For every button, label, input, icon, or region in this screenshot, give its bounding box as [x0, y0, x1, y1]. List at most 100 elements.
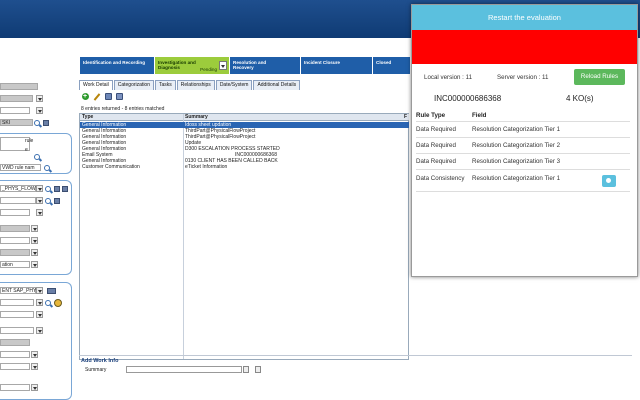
step-closure[interactable]: Incident Closure	[301, 57, 372, 74]
chevron-down-icon[interactable]	[36, 107, 43, 114]
ko-count: 4 KO(s)	[566, 94, 594, 103]
add-icon[interactable]	[82, 93, 89, 100]
info-button[interactable]	[602, 175, 616, 187]
chevron-down-icon[interactable]	[36, 299, 43, 306]
details-icon[interactable]	[54, 186, 60, 192]
res-field-4[interactable]	[0, 327, 34, 334]
vwd-rule-label: VWD rule nam	[2, 165, 35, 171]
step-status: Pending	[200, 67, 217, 72]
cat-field-2[interactable]	[0, 197, 36, 204]
process-bar: Identification and Recording Investigati…	[80, 57, 410, 74]
expand-icon[interactable]	[255, 366, 261, 373]
chevron-down-icon[interactable]	[31, 261, 38, 268]
chevron-down-icon[interactable]	[36, 95, 43, 102]
vwd-rule-field[interactable]: VWD rule nam	[0, 164, 41, 171]
details-icon[interactable]	[43, 120, 49, 126]
chevron-down-icon[interactable]	[36, 327, 43, 334]
left-field-3[interactable]	[0, 107, 30, 114]
chevron-down-icon[interactable]	[36, 185, 43, 192]
chevron-down-icon[interactable]	[31, 351, 38, 358]
column-header-type[interactable]: Type	[82, 114, 93, 121]
left-field-2[interactable]	[0, 95, 33, 102]
add-work-info-title: Add Work Info	[81, 358, 119, 364]
table-divider	[416, 121, 630, 122]
sap-phy-field[interactable]: ENT SAP_PHY	[0, 287, 36, 294]
details-icon[interactable]	[62, 186, 68, 192]
cat-field-5[interactable]	[0, 237, 30, 244]
table-row[interactable]: Customer Communication eTicket Informatio…	[80, 164, 409, 170]
incident-number: INC000000686368	[434, 94, 502, 103]
chevron-down-icon[interactable]	[36, 287, 43, 294]
search-icon[interactable]	[34, 120, 40, 126]
details-icon[interactable]	[54, 198, 60, 204]
res-field-6[interactable]	[0, 351, 30, 358]
res-field-3[interactable]	[0, 311, 34, 318]
step-label: Closed	[376, 60, 392, 65]
tab-additional-details[interactable]: Additional Details	[253, 80, 301, 90]
chevron-down-icon[interactable]	[243, 366, 249, 373]
res-field-5[interactable]	[0, 339, 30, 346]
step-label: Incident Closure	[304, 60, 340, 65]
chevron-down-icon[interactable]	[36, 311, 43, 318]
rule-type-cell: Data Required	[416, 158, 456, 165]
restart-evaluation-button[interactable]: Restart the evaluation	[412, 5, 637, 30]
left-panel: SKI rule e VWD rule nam _PHYS_FLOW ation…	[0, 50, 72, 400]
rule-label: rule	[25, 138, 34, 144]
reload-rules-button[interactable]: Reload Rules	[574, 69, 625, 85]
tab-categorization[interactable]: Categorization	[113, 80, 154, 90]
tab-relationships[interactable]: Relationships	[176, 80, 215, 90]
left-field-4[interactable]: SKI	[0, 119, 33, 126]
clock-icon[interactable]	[54, 299, 62, 307]
search-icon[interactable]	[44, 165, 50, 171]
res-field-2[interactable]	[0, 299, 34, 306]
rule-type-header: Rule Type	[416, 112, 446, 119]
step-resolution[interactable]: Resolution and Recovery	[230, 57, 300, 74]
rule-field-cell: Resolution Categorization Tier 3	[472, 158, 561, 165]
export-icon[interactable]	[116, 93, 123, 100]
tab-tasks[interactable]: Tasks	[155, 80, 176, 90]
cat-field-6[interactable]	[0, 249, 30, 256]
field-header: Field	[472, 112, 487, 119]
chevron-down-icon[interactable]	[219, 61, 227, 70]
res-field-8[interactable]	[0, 384, 30, 391]
type-cell: Customer Communication	[82, 164, 140, 170]
ation-label: ation	[2, 262, 13, 268]
step-closed[interactable]: Closed	[373, 57, 410, 74]
tab-work-detail[interactable]: Work Detail	[79, 80, 113, 90]
chevron-down-icon[interactable]	[31, 237, 38, 244]
search-icon[interactable]	[45, 186, 51, 192]
rule-type-cell: Data Required	[416, 142, 456, 149]
table-divider	[416, 169, 630, 170]
step-identification[interactable]: Identification and Recording	[80, 57, 154, 74]
column-header-f[interactable]: F	[404, 114, 407, 121]
divider	[79, 355, 640, 356]
step-investigation[interactable]: Investigation and Diagnosis Pending	[155, 57, 229, 74]
edit-icon[interactable]	[93, 93, 100, 100]
chevron-down-icon[interactable]	[31, 249, 38, 256]
search-icon[interactable]	[34, 154, 40, 160]
chevron-down-icon[interactable]	[36, 197, 43, 204]
left-block-resolution: ENT SAP_PHY	[0, 282, 72, 400]
phys-flow-field[interactable]: _PHYS_FLOW	[0, 185, 36, 192]
column-header-summary[interactable]: Summary	[185, 114, 208, 121]
search-icon[interactable]	[45, 300, 51, 306]
chevron-down-icon[interactable]	[36, 209, 43, 216]
step-label: Investigation and Diagnosis	[158, 60, 196, 70]
cat-field-3[interactable]	[0, 209, 30, 216]
tab-date-system[interactable]: Date/System	[215, 80, 253, 90]
summary-input[interactable]	[126, 366, 242, 373]
rule-type-cell: Data Required	[416, 126, 456, 133]
left-field-1[interactable]	[0, 83, 38, 90]
table-header: Type Summary F	[80, 114, 409, 121]
cat-field-7[interactable]: ation	[0, 261, 30, 268]
chevron-down-icon[interactable]	[31, 225, 38, 232]
details-icon[interactable]	[47, 288, 56, 294]
res-field-7[interactable]	[0, 363, 30, 370]
search-icon[interactable]	[45, 198, 51, 204]
cat-field-4[interactable]	[0, 225, 30, 232]
chevron-down-icon[interactable]	[31, 363, 38, 370]
chevron-down-icon[interactable]	[31, 384, 38, 391]
detail-tabs: Work Detail Categorization Tasks Relatio…	[79, 80, 301, 90]
report-icon[interactable]	[105, 93, 112, 100]
phys-flow-label: _PHYS_FLOW	[2, 186, 36, 192]
